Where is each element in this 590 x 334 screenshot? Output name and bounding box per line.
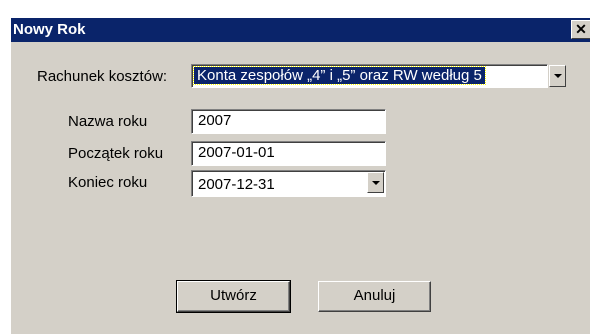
cost-account-value: Konta zespołów „4” i „5” oraz RW według … xyxy=(193,66,486,85)
close-icon: ✕ xyxy=(575,21,587,37)
close-button[interactable]: ✕ xyxy=(571,20,590,39)
cancel-button[interactable]: Anuluj xyxy=(318,281,431,312)
year-end-value: 2007-12-31 xyxy=(198,176,275,193)
new-year-dialog: Nowy Rok ✕ Rachunek kosztów: Konta zespo… xyxy=(10,17,590,334)
chevron-down-icon xyxy=(553,74,562,78)
title-bar: Nowy Rok ✕ xyxy=(11,18,590,42)
year-end-date-picker[interactable]: 2007-12-31 xyxy=(191,170,386,197)
year-name-value: 2007 xyxy=(198,112,232,129)
cost-account-label: Rachunek kosztów: xyxy=(37,68,168,85)
year-start-field[interactable]: 2007-01-01 xyxy=(191,141,386,166)
year-end-label: Koniec roku xyxy=(68,174,148,191)
chevron-down-icon xyxy=(371,180,380,185)
create-button[interactable]: Utwórz xyxy=(176,280,291,313)
cancel-button-label: Anuluj xyxy=(353,287,396,304)
year-name-field[interactable]: 2007 xyxy=(191,109,386,134)
create-button-label: Utwórz xyxy=(210,287,257,304)
cost-account-dropdown-button[interactable] xyxy=(549,65,566,87)
year-start-value: 2007-01-01 xyxy=(198,144,275,161)
cost-account-select[interactable]: Konta zespołów „4” i „5” oraz RW według … xyxy=(191,64,548,88)
year-name-label: Nazwa roku xyxy=(68,113,148,130)
window-title: Nowy Rok xyxy=(13,21,86,38)
year-start-label: Początek roku xyxy=(68,145,164,162)
year-end-dropdown-button[interactable] xyxy=(367,172,384,193)
